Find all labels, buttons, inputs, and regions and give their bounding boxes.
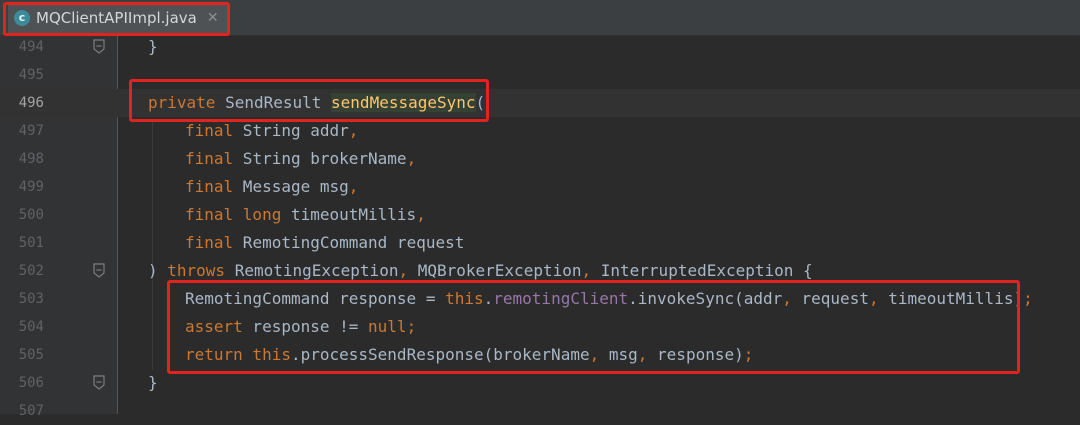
code-line[interactable]: 494} — [0, 33, 1080, 61]
line-number: 494 — [18, 39, 44, 55]
tab-highlight-box — [3, 2, 230, 36]
code-line[interactable]: 499 final Message msg, — [0, 173, 1080, 201]
line-number: 505 — [18, 347, 44, 363]
line-number: 495 — [18, 67, 44, 83]
code-token: MQBrokerException — [408, 261, 582, 280]
code-text: final RemotingCommand request — [185, 229, 464, 257]
code-token: } — [148, 37, 158, 56]
line-number: 499 — [18, 179, 44, 195]
code-token: String addr — [233, 121, 349, 140]
code-line[interactable]: 498 final String brokerName, — [0, 145, 1080, 173]
code-token: ; — [1023, 289, 1033, 308]
code-token: RemotingException — [225, 261, 399, 280]
code-token: Message msg — [233, 177, 349, 196]
code-token: } — [148, 373, 158, 392]
code-token: RemotingCommand request — [233, 233, 465, 252]
line-number: 501 — [18, 235, 44, 251]
code-token: final — [185, 121, 234, 140]
code-token: final — [185, 233, 234, 252]
code-line[interactable]: 507 — [0, 397, 1080, 425]
line-number: 498 — [18, 151, 44, 167]
code-token: , — [581, 261, 592, 280]
line-number: 496 — [18, 95, 44, 111]
code-token: , — [348, 121, 359, 140]
line-number: 507 — [18, 403, 44, 419]
code-token: timeoutMillis — [281, 205, 417, 224]
method-signature-highlight-box — [129, 79, 489, 122]
code-token: final long — [185, 205, 282, 224]
fold-marker-icon[interactable] — [92, 39, 106, 54]
code-line[interactable]: 500 final long timeoutMillis, — [0, 201, 1080, 229]
code-token: , — [416, 205, 426, 224]
line-number: 503 — [18, 291, 44, 307]
code-line[interactable]: 501 final RemotingCommand request — [0, 229, 1080, 257]
line-number: 506 — [18, 375, 44, 391]
code-token: throws — [167, 261, 226, 280]
code-text: final String brokerName, — [185, 145, 416, 173]
code-token: ) — [148, 261, 168, 280]
line-number: 500 — [18, 207, 44, 223]
code-text: final Message msg, — [185, 173, 358, 201]
code-text: } — [148, 33, 158, 61]
code-text: } — [148, 369, 158, 397]
code-token: , — [398, 261, 409, 280]
code-text: final long timeoutMillis, — [185, 201, 426, 229]
code-token: final — [185, 177, 234, 196]
code-token: String brokerName — [233, 149, 407, 168]
fold-marker-icon[interactable] — [92, 375, 106, 390]
fold-marker-icon[interactable] — [92, 263, 106, 278]
code-token: , — [406, 149, 417, 168]
code-token: final — [185, 149, 234, 168]
line-number: 504 — [18, 319, 44, 335]
method-body-highlight-box — [167, 280, 1020, 374]
code-token: InterruptedException { — [591, 261, 813, 280]
code-token: , — [348, 177, 359, 196]
line-number: 497 — [18, 123, 44, 139]
line-number: 502 — [18, 263, 44, 279]
